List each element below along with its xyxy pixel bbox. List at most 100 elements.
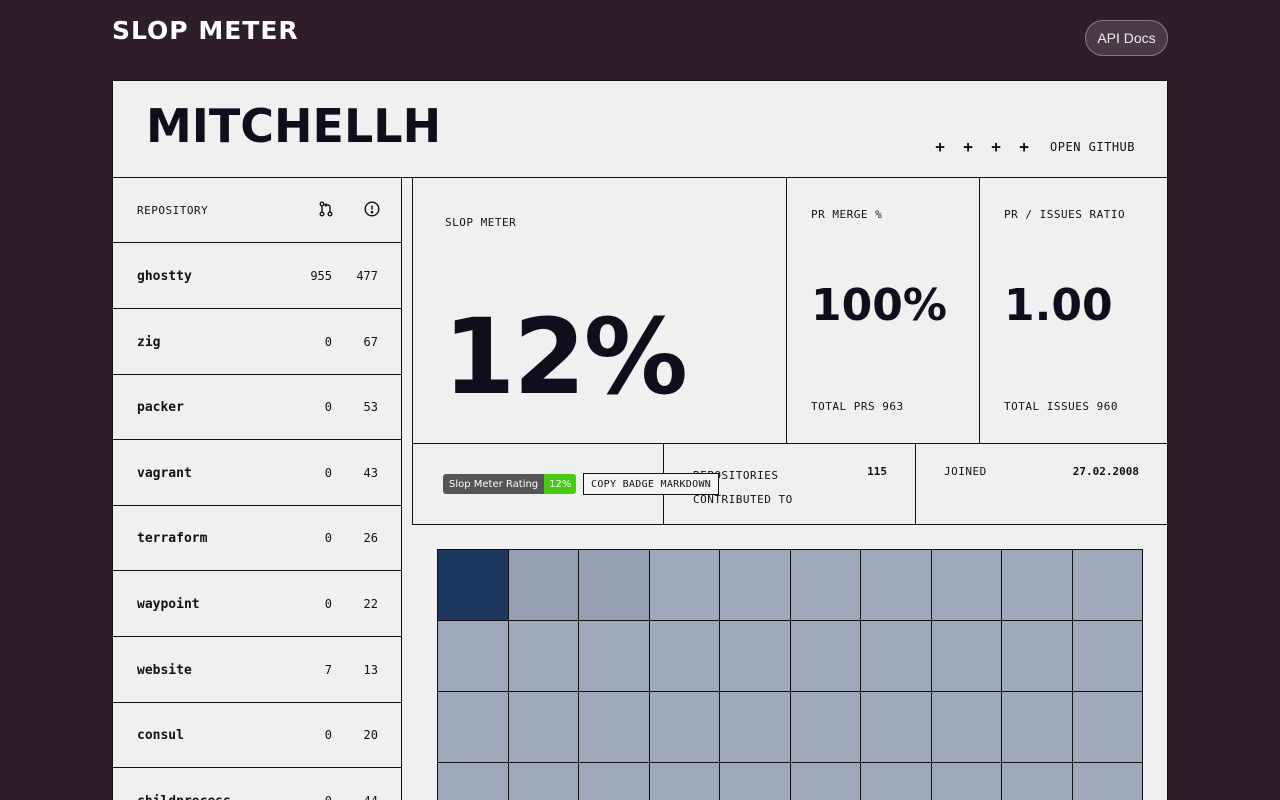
heatmap-cell[interactable]: [649, 621, 720, 692]
heatmap-cell[interactable]: [579, 692, 650, 763]
pr-issues-ratio-label: PR / ISSUES RATIO: [1004, 208, 1126, 221]
repository-row[interactable]: waypoint 0 22: [113, 571, 402, 637]
repository-pr-count: 7: [324, 662, 332, 677]
heatmap-cell[interactable]: [931, 621, 1002, 692]
repository-issue-count: 67: [363, 334, 378, 349]
heatmap-cell[interactable]: [931, 763, 1002, 800]
repository-pr-count: 0: [324, 531, 332, 546]
heatmap-cell[interactable]: [438, 763, 509, 800]
heatmap-cell[interactable]: [720, 763, 791, 800]
api-docs-button[interactable]: API Docs: [1085, 20, 1168, 56]
repository-name: vagrant: [137, 465, 192, 481]
repository-name: packer: [137, 400, 184, 416]
app-logo[interactable]: SLOP METER: [112, 16, 299, 45]
repository-row[interactable]: vagrant 0 43: [113, 440, 402, 506]
profile-header: MITCHELLH + + + + OPEN GITHUB: [113, 81, 1167, 178]
repository-pr-count: 0: [325, 794, 332, 800]
profile-card: MITCHELLH + + + + OPEN GITHUB REPOSITORY…: [112, 80, 1168, 800]
repository-pr-count: 0: [324, 400, 332, 415]
heatmap-cell[interactable]: [508, 550, 579, 621]
pr-merge-stat: PR MERGE % 100% TOTAL PRS 963: [787, 178, 980, 444]
repository-issue-count: 477: [356, 269, 378, 283]
repository-pr-count: 0: [324, 465, 332, 480]
heatmap-cell[interactable]: [1002, 763, 1073, 800]
plus-icon[interactable]: +: [990, 137, 1002, 156]
header-links: + + + + OPEN GITHUB: [934, 137, 1135, 156]
total-prs: TOTAL PRS 963: [811, 400, 904, 413]
repository-issue-count: 20: [363, 728, 378, 743]
repository-name: website: [137, 662, 192, 678]
repository-row[interactable]: zig 0 67: [113, 309, 402, 375]
heatmap-cell[interactable]: [861, 550, 932, 621]
repository-list-header: REPOSITORY: [113, 178, 402, 243]
heatmap-cell[interactable]: [861, 621, 932, 692]
slop-meter-badge: Slop Meter Rating 12%: [443, 474, 577, 494]
heatmap-cell[interactable]: [790, 763, 861, 800]
repository-header-label: REPOSITORY: [137, 204, 209, 217]
repositories-value: 115: [867, 465, 887, 478]
slop-meter-stat: SLOP METER 12%: [412, 178, 787, 444]
plus-icon[interactable]: +: [934, 137, 946, 156]
heatmap-cell[interactable]: [1072, 763, 1143, 800]
repository-row[interactable]: website 7 13: [113, 637, 402, 703]
repository-row[interactable]: packer 0 53: [113, 374, 402, 441]
heatmap-cell[interactable]: [861, 763, 932, 800]
heatmap-cell[interactable]: [508, 763, 579, 800]
heatmap-cell[interactable]: [931, 692, 1002, 763]
repository-name: terraform: [137, 531, 208, 547]
heatmap-cell[interactable]: [649, 692, 720, 763]
heatmap-cell[interactable]: [649, 550, 720, 621]
heatmap-cell[interactable]: [438, 621, 509, 692]
repository-issue-count: 26: [363, 531, 378, 546]
joined-value: 27.02.2008: [1072, 465, 1139, 478]
heatmap-cell[interactable]: [579, 550, 650, 621]
heatmap-cell[interactable]: [720, 621, 791, 692]
heatmap-cell[interactable]: [1002, 692, 1073, 763]
heatmap-cell[interactable]: [720, 692, 791, 763]
heatmap-cell[interactable]: [579, 621, 650, 692]
joined-label: JOINED: [944, 465, 987, 478]
plus-icon[interactable]: +: [1018, 137, 1030, 156]
repository-issue-count: 43: [363, 465, 378, 480]
heatmap-cell[interactable]: [438, 692, 509, 763]
open-github-link[interactable]: OPEN GITHUB: [1050, 140, 1135, 154]
repository-list: REPOSITORY ghostty 955 477 zig 0 67 packer 0 53 v…: [113, 178, 402, 800]
heatmap-cell[interactable]: [649, 763, 720, 800]
heatmap-cell[interactable]: [1072, 692, 1143, 763]
heatmap-cell[interactable]: [1072, 621, 1143, 692]
slop-meter-label: SLOP METER: [445, 216, 517, 229]
repository-name: zig: [137, 334, 161, 350]
issue-icon: [364, 201, 380, 217]
heatmap-cell[interactable]: [508, 621, 579, 692]
copy-badge-markdown-button[interactable]: COPY BADGE MARKDOWN: [583, 473, 720, 495]
heatmap-cell[interactable]: [438, 550, 509, 621]
repository-pr-count: 955: [310, 269, 332, 283]
heatmap-cell[interactable]: [508, 692, 579, 763]
repository-row[interactable]: childprocess 0 44: [113, 768, 402, 800]
heatmap-cell[interactable]: [790, 621, 861, 692]
pr-issues-ratio-value: 1.00: [1004, 280, 1113, 331]
pr-merge-value: 100%: [811, 280, 947, 331]
heatmap-cell[interactable]: [861, 692, 932, 763]
pr-issues-ratio-stat: PR / ISSUES RATIO 1.00 TOTAL ISSUES 960: [980, 178, 1167, 444]
repository-name: waypoint: [137, 597, 200, 612]
badge-value: 12%: [544, 474, 577, 494]
pr-merge-label: PR MERGE %: [811, 208, 883, 221]
heatmap-cell[interactable]: [931, 550, 1002, 621]
repository-pr-count: 0: [324, 334, 332, 349]
heatmap-cell[interactable]: [720, 550, 791, 621]
joined-info: JOINED 27.02.2008: [916, 444, 1167, 525]
heatmap-cell[interactable]: [579, 763, 650, 800]
repository-row[interactable]: ghostty 955 477: [113, 243, 402, 309]
heatmap-cell[interactable]: [790, 550, 861, 621]
heatmap-cell[interactable]: [1072, 550, 1143, 621]
heatmap-cell[interactable]: [1002, 550, 1073, 621]
repository-row[interactable]: consul 0 20: [113, 702, 402, 769]
username-title: MITCHELLH: [146, 99, 442, 153]
heatmap-cell[interactable]: [790, 692, 861, 763]
heatmap-cell[interactable]: [1002, 621, 1073, 692]
badge-label: Slop Meter Rating: [443, 474, 545, 494]
repository-pr-count: 0: [324, 728, 332, 743]
repository-row[interactable]: terraform 0 26: [113, 505, 402, 572]
plus-icon[interactable]: +: [962, 137, 974, 156]
